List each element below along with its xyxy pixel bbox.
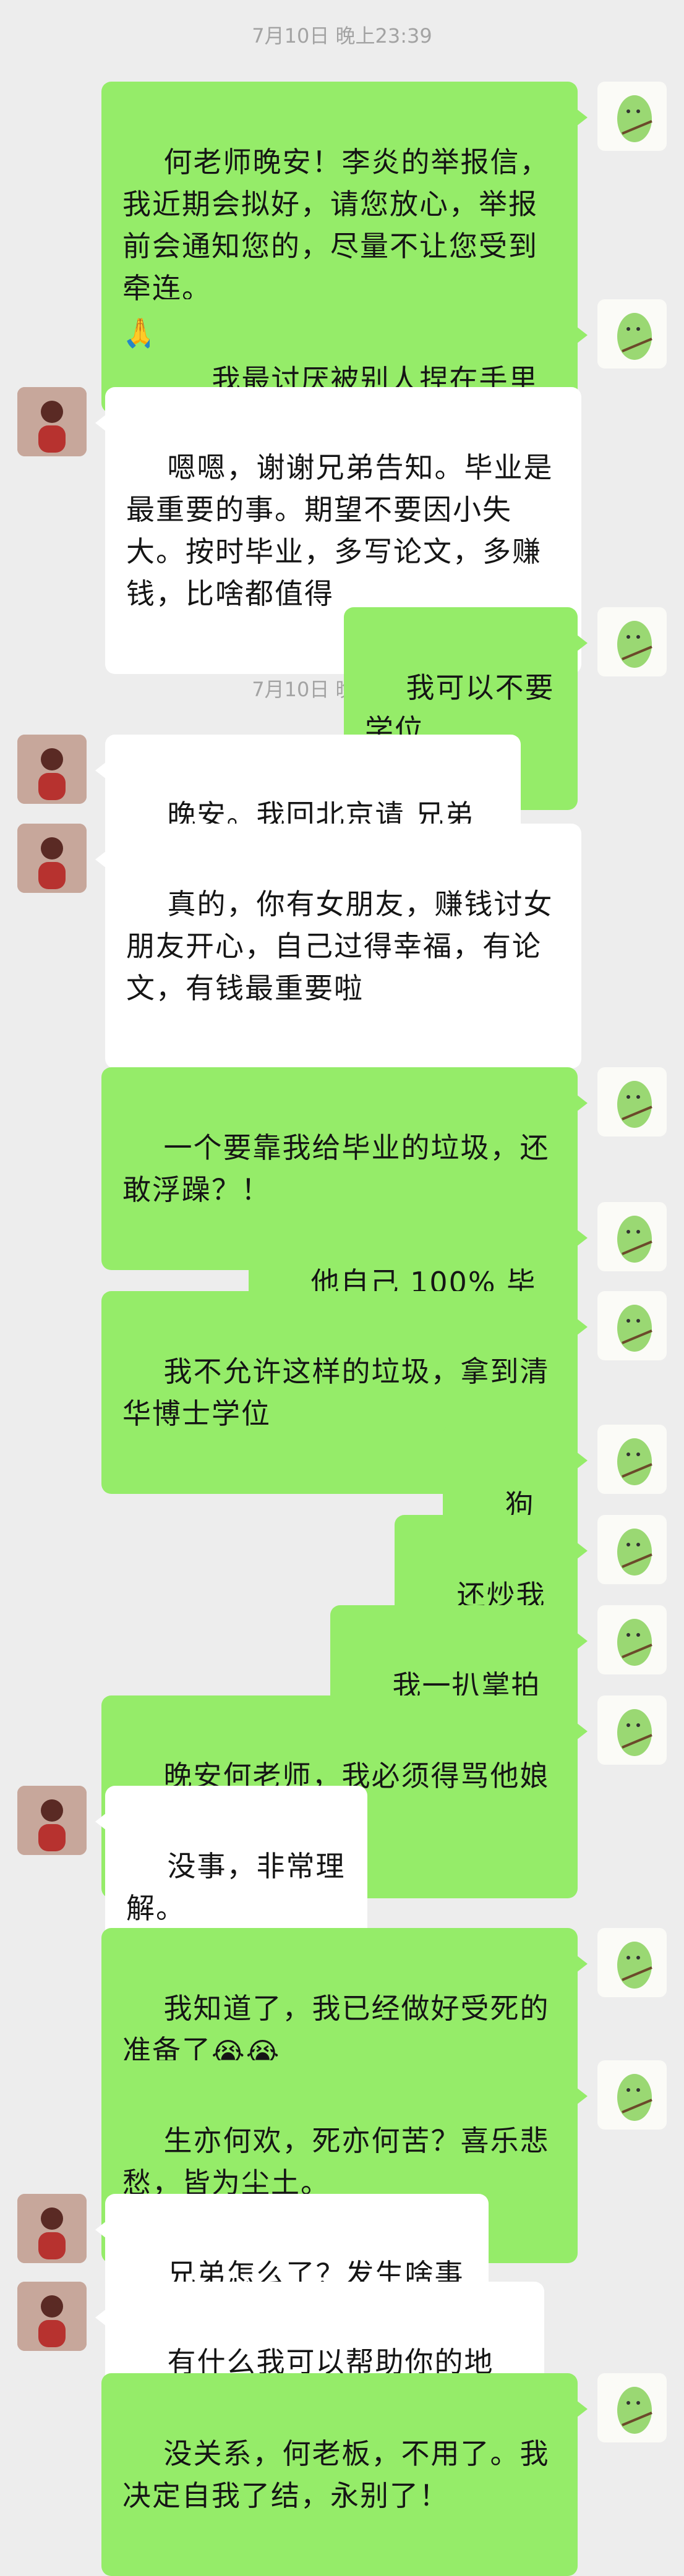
friend-avatar[interactable]: [17, 824, 87, 893]
my-avatar[interactable]: [597, 1695, 667, 1765]
friend-avatar[interactable]: [17, 387, 87, 456]
timestamp: 7月10日 晚上23:48: [252, 678, 432, 701]
friend-avatar[interactable]: [17, 2194, 87, 2263]
my-avatar[interactable]: [597, 1067, 667, 1137]
message-text: 嗯嗯，谢谢兄弟告知。毕业是最重要的事。期望不要因小失大。按时毕业，多写论文，多赚…: [126, 451, 554, 610]
message-text: 没关系，何老板，不用了。我决定自我了结，永别了！: [122, 2437, 550, 2512]
my-avatar[interactable]: [597, 1928, 667, 1997]
my-avatar[interactable]: [597, 1291, 667, 1360]
my-avatar[interactable]: [597, 1515, 667, 1584]
message-text: 没事，非常理解。: [126, 1849, 346, 1925]
my-avatar[interactable]: [597, 1202, 667, 1271]
my-avatar[interactable]: [597, 1605, 667, 1674]
message-text: 何老师晚安！李炎的举报信，我近期会拟好，请您放心，举报前会通知您的，尽量不让您受…: [122, 145, 550, 305]
message-bubble[interactable]: 真的，你有女朋友，赚钱讨女朋友开心，自己过得幸福，有论文，有钱最重要啦: [95, 824, 581, 1068]
message-text: 我知道了，我已经做好受死的准备了: [122, 1992, 550, 2067]
friend-avatar[interactable]: [17, 735, 87, 804]
message-text: 一个要靠我给毕业的垃圾，还敢浮躁？！: [122, 1131, 550, 1206]
my-avatar[interactable]: [597, 1425, 667, 1494]
my-avatar[interactable]: [597, 607, 667, 676]
my-avatar[interactable]: [597, 2060, 667, 2130]
my-avatar[interactable]: [597, 299, 667, 369]
friend-avatar[interactable]: [17, 1786, 87, 1855]
timestamp: 7月10日 晚上23:39: [252, 24, 432, 48]
friend-avatar[interactable]: [17, 2282, 87, 2351]
my-avatar[interactable]: [597, 2373, 667, 2442]
message-text: 真的，你有女朋友，赚钱讨女朋友开心，自己过得幸福，有论文，有钱最重要啦: [126, 887, 554, 1005]
message-bubble[interactable]: 没关系，何老板，不用了。我决定自我了结，永别了！: [101, 2373, 588, 2576]
message-text: 生亦何欢，死亦何苦？喜乐悲愁，皆为尘土。: [122, 2124, 550, 2199]
message-text: 我不允许这样的垃圾，拿到清华博士学位: [122, 1355, 550, 1430]
my-avatar[interactable]: [597, 82, 667, 151]
